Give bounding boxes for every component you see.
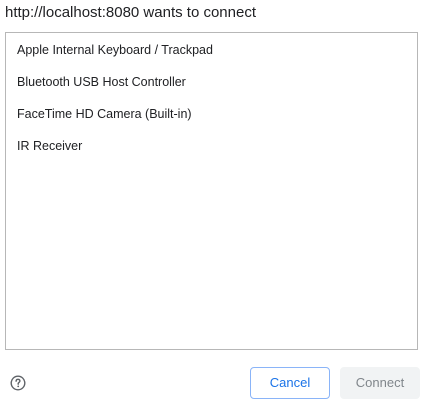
cancel-button[interactable]: Cancel (250, 367, 330, 399)
device-chooser-dialog: http://localhost:8080 wants to connect A… (0, 0, 425, 405)
dialog-title: http://localhost:8080 wants to connect (5, 4, 256, 21)
help-icon[interactable] (10, 375, 26, 391)
device-item-bluetooth-controller[interactable]: Bluetooth USB Host Controller (6, 66, 417, 98)
device-list[interactable]: Apple Internal Keyboard / Trackpad Bluet… (5, 32, 418, 350)
device-item-ir-receiver[interactable]: IR Receiver (6, 130, 417, 162)
device-item-facetime-camera[interactable]: FaceTime HD Camera (Built-in) (6, 98, 417, 130)
connect-button[interactable]: Connect (340, 367, 420, 399)
dialog-footer: Cancel Connect (0, 366, 425, 400)
device-item-apple-keyboard[interactable]: Apple Internal Keyboard / Trackpad (6, 34, 417, 66)
